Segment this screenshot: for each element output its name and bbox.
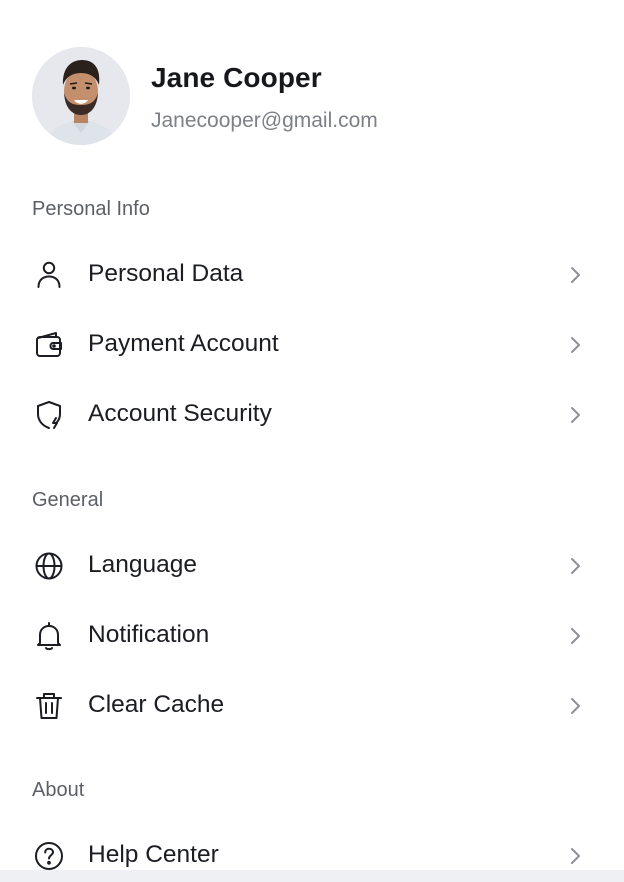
menu-item-label: Clear Cache <box>88 691 225 718</box>
menu-item-payment-account[interactable]: Payment Account <box>32 316 592 372</box>
wallet-icon <box>32 328 66 362</box>
menu-item-clear-cache[interactable]: Clear Cache <box>32 677 592 733</box>
profile-header[interactable]: Jane Cooper Janecooper@gmail.com <box>32 47 592 145</box>
user-icon <box>32 258 66 292</box>
menu-item-label: Personal Data <box>88 260 244 287</box>
menu-item-account-security[interactable]: Account Security <box>32 386 592 442</box>
bell-icon <box>32 619 66 653</box>
chevron-right-icon <box>562 623 588 649</box>
bottom-bar <box>0 870 624 882</box>
menu-item-label: Help Center <box>88 841 219 868</box>
profile-email: Janecooper@gmail.com <box>151 109 378 132</box>
chevron-right-icon <box>562 693 588 719</box>
section-title-about: About <box>32 779 85 801</box>
profile-name: Jane Cooper <box>151 62 322 93</box>
trash-icon <box>32 689 66 723</box>
help-circle-icon <box>32 839 66 873</box>
chevron-right-icon <box>562 402 588 428</box>
chevron-right-icon <box>562 262 588 288</box>
section-title-general: General <box>32 489 104 511</box>
menu-item-language[interactable]: Language <box>32 537 592 593</box>
menu-item-notification[interactable]: Notification <box>32 607 592 663</box>
menu-item-personal-data[interactable]: Personal Data <box>32 246 592 302</box>
menu-item-label: Notification <box>88 621 210 648</box>
avatar-image <box>32 47 130 145</box>
chevron-right-icon <box>562 843 588 869</box>
chevron-right-icon <box>562 332 588 358</box>
chevron-right-icon <box>562 553 588 579</box>
shield-icon <box>32 398 66 432</box>
globe-icon <box>32 549 66 583</box>
avatar[interactable] <box>32 47 130 145</box>
menu-item-label: Language <box>88 551 198 578</box>
menu-item-label: Account Security <box>88 400 272 427</box>
section-title-personal-info: Personal Info <box>32 198 150 220</box>
menu-item-label: Payment Account <box>88 330 279 357</box>
